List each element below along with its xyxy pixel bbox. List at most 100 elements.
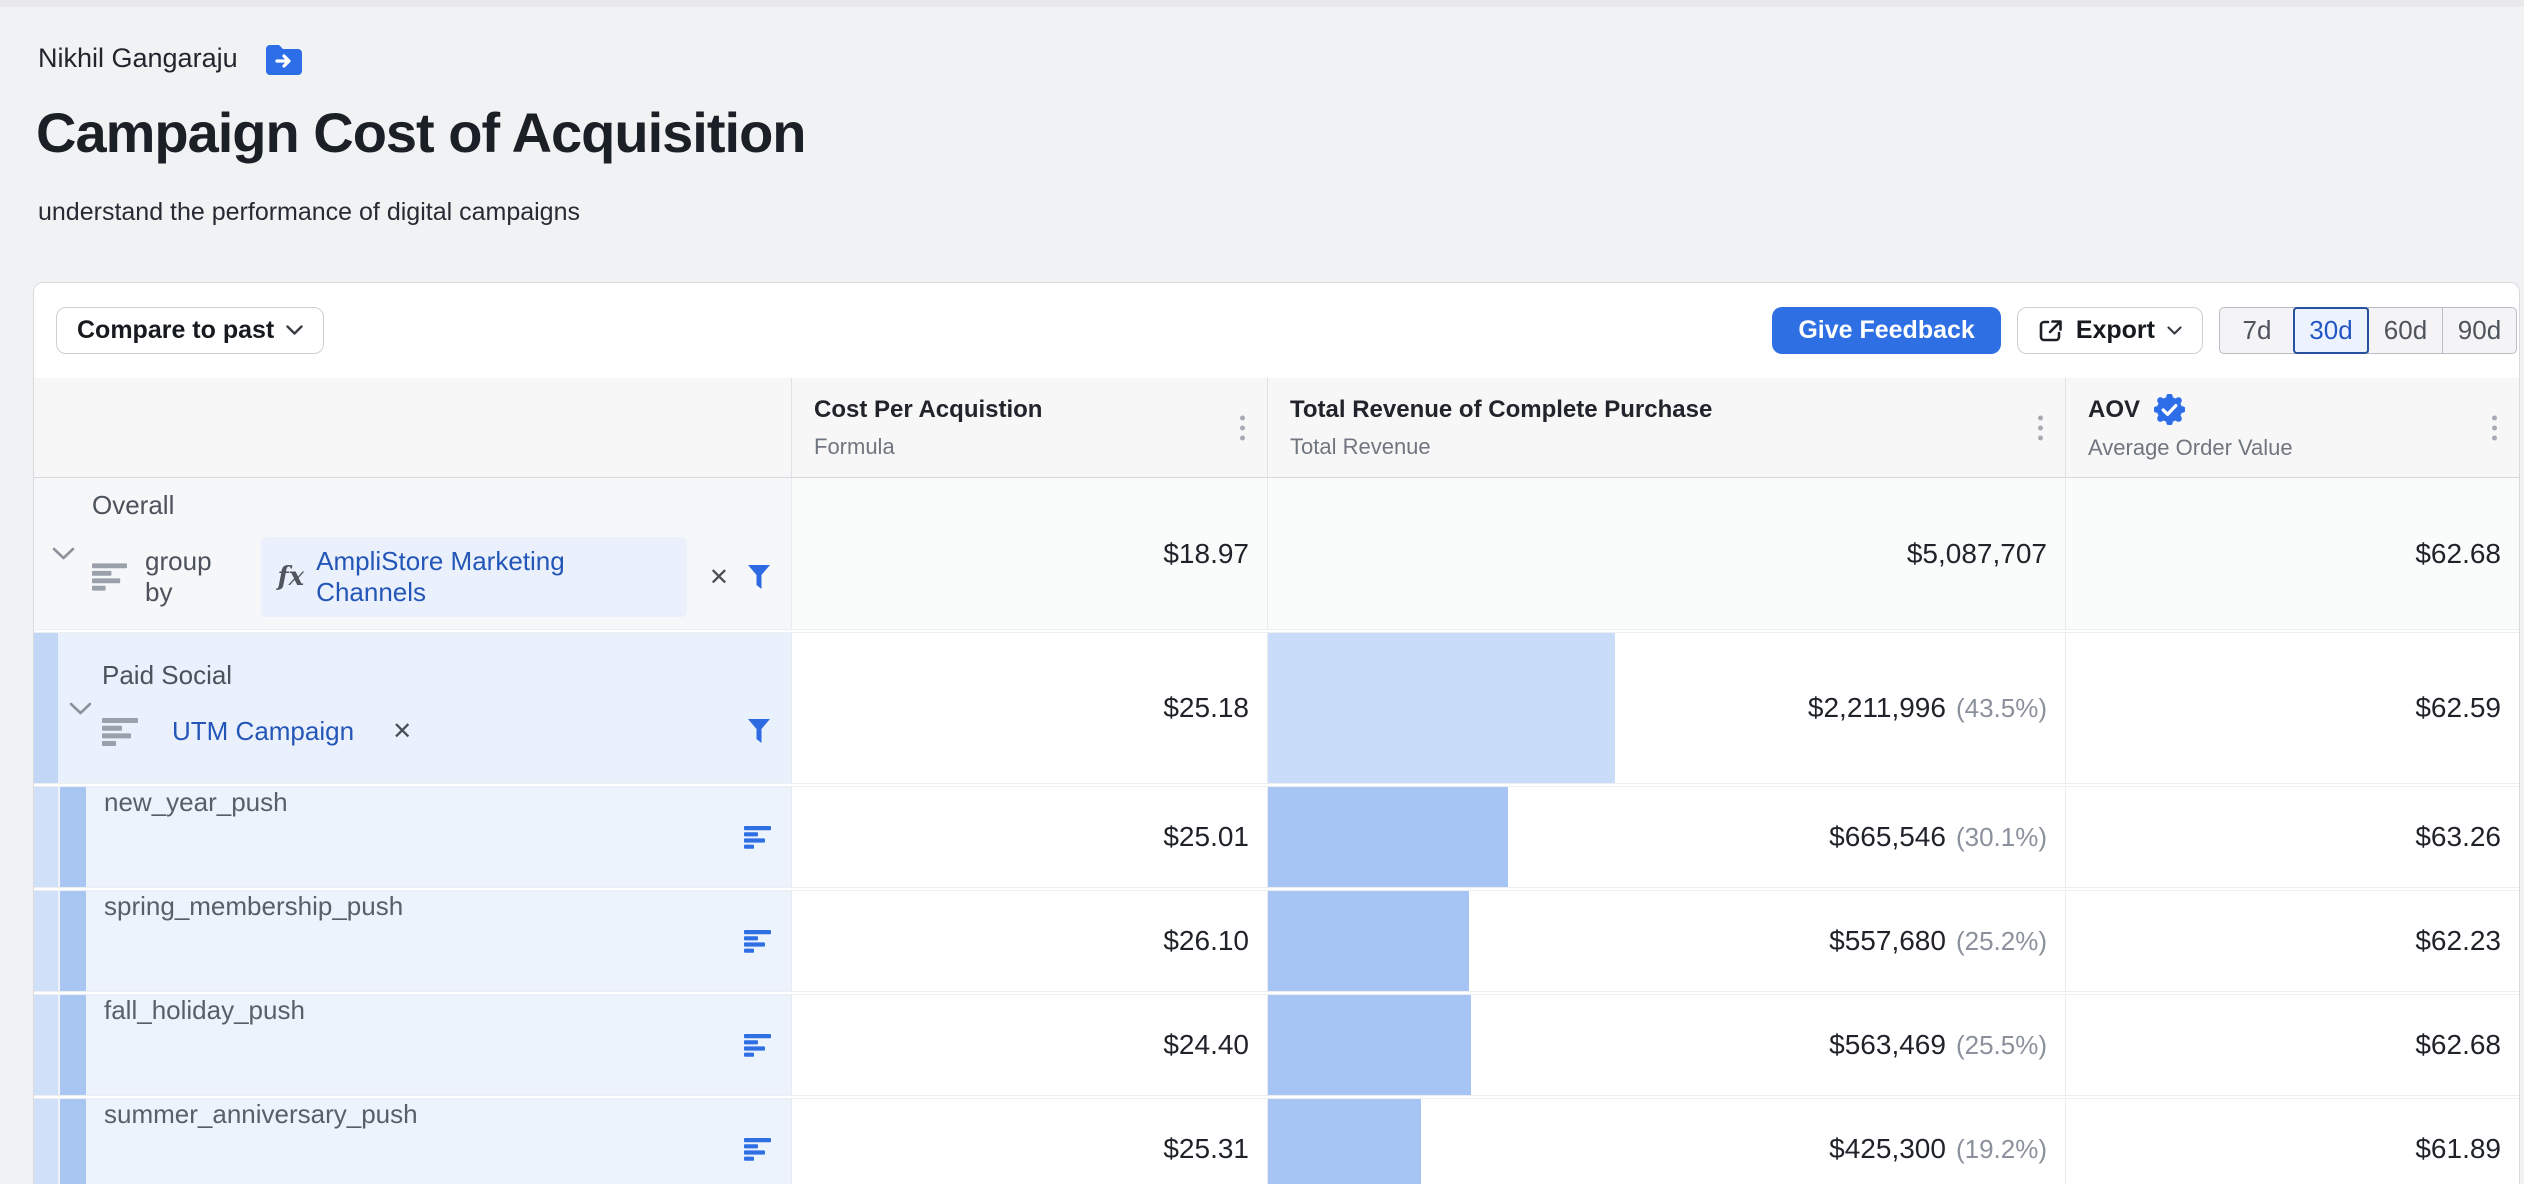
header-aov[interactable]: AOV Average Order Value: [2065, 378, 2519, 477]
table-row-overall[interactable]: Overall group by fx AmpliStore Marketing…: [34, 478, 2519, 630]
indent-bar: [34, 995, 58, 1095]
give-feedback-button[interactable]: Give Feedback: [1772, 307, 2000, 354]
column-menu-icon[interactable]: [2492, 415, 2497, 440]
cost-cell: $25.31: [791, 1099, 1267, 1184]
row-label-cell: Overall group by fx AmpliStore Marketing…: [34, 478, 791, 629]
filter-funnel-icon[interactable]: [747, 564, 771, 591]
table-row-summer-anniversary-push[interactable]: summer_anniversary_push $25.31 $425,300 …: [34, 1098, 2519, 1184]
group-by-pill[interactable]: fx AmpliStore Marketing Channels: [261, 537, 686, 617]
revenue-cell: $425,300 (19.2%): [1267, 1099, 2065, 1184]
cost-cell: $26.10: [791, 891, 1267, 991]
indent-bar: [34, 891, 58, 991]
cost-value: $26.10: [1163, 925, 1249, 957]
export-icon: [2038, 318, 2064, 344]
header-total-revenue[interactable]: Total Revenue of Complete Purchase Total…: [1267, 378, 2065, 477]
table-row-new-year-push[interactable]: new_year_push $25.01 $665,546 (30.1%) $6…: [34, 786, 2519, 888]
revenue-value: $5,087,707: [1907, 538, 2047, 570]
indent-bar: [34, 1099, 58, 1184]
revenue-percent: (25.2%): [1956, 926, 2047, 957]
pill-label: AmpliStore Marketing Channels: [316, 546, 671, 608]
chevron-down-icon: [286, 325, 303, 336]
filter-funnel-icon[interactable]: [747, 718, 771, 745]
row-label: fall_holiday_push: [104, 995, 305, 1095]
aov-value: $62.23: [2415, 925, 2501, 957]
compare-to-past-button[interactable]: Compare to past: [56, 307, 324, 354]
row-label: Overall: [92, 490, 791, 521]
breakdown-bars-icon[interactable]: [744, 1099, 771, 1184]
cost-cell: $25.01: [791, 787, 1267, 887]
indent-bar: [34, 633, 58, 783]
window-edge: [0, 0, 2524, 7]
range-7d[interactable]: 7d: [2220, 308, 2294, 353]
breakdown-bars-icon[interactable]: [744, 787, 771, 887]
verified-badge-icon: [2154, 394, 2185, 425]
table-row-fall-holiday-push[interactable]: fall_holiday_push $24.40 $563,469 (25.5%…: [34, 994, 2519, 1096]
table-row-paid-social[interactable]: Paid Social UTM Campaign ✕ $25.18: [34, 632, 2519, 784]
revenue-percent: (19.2%): [1956, 1134, 2047, 1165]
date-range-segmented-control: 7d 30d 60d 90d: [2219, 307, 2517, 354]
move-to-folder-icon[interactable]: [264, 42, 302, 75]
row-label-cell: Paid Social UTM Campaign ✕: [34, 633, 791, 783]
aov-value: $62.59: [2415, 692, 2501, 724]
range-90d[interactable]: 90d: [2442, 308, 2516, 353]
header-cost-per-acquisition[interactable]: Cost Per Acquistion Formula: [791, 378, 1267, 477]
row-label: spring_membership_push: [104, 891, 403, 991]
header-row-labels: [34, 378, 791, 477]
aov-cell: $62.23: [2065, 891, 2519, 991]
table-row-spring-membership-push[interactable]: spring_membership_push $26.10 $557,680 (…: [34, 890, 2519, 992]
aov-cell: $61.89: [2065, 1099, 2519, 1184]
cost-value: $25.01: [1163, 821, 1249, 853]
breadcrumb: Nikhil Gangaraju: [38, 42, 302, 75]
indent-bar: [60, 1099, 86, 1184]
revenue-bar: [1268, 995, 1471, 1095]
aov-value: $62.68: [2415, 538, 2501, 570]
breakdown-bars-icon[interactable]: [744, 995, 771, 1095]
collapse-chevron-icon[interactable]: [58, 633, 102, 783]
revenue-cell: $2,211,996 (43.5%): [1267, 633, 2065, 783]
revenue-cell: $563,469 (25.5%): [1267, 995, 2065, 1095]
indent-bar: [60, 891, 86, 991]
row-label-cell: new_year_push: [34, 787, 791, 887]
toolbar: Compare to past Give Feedback Export 7d …: [34, 283, 2519, 378]
aov-cell: $62.68: [2065, 478, 2519, 629]
breakdown-bars-icon[interactable]: [744, 891, 771, 991]
formula-fx-icon: fx: [277, 562, 304, 592]
revenue-bar: [1268, 891, 1469, 991]
cost-value: $24.40: [1163, 1029, 1249, 1061]
revenue-cell: $5,087,707: [1267, 478, 2065, 629]
row-label-cell: fall_holiday_push: [34, 995, 791, 1095]
aov-value: $63.26: [2415, 821, 2501, 853]
column-menu-icon[interactable]: [2038, 415, 2043, 440]
chevron-down-icon: [2167, 326, 2182, 336]
column-menu-icon[interactable]: [1240, 415, 1245, 440]
remove-group-by-icon[interactable]: ✕: [392, 717, 412, 746]
column-title: AOV: [2088, 396, 2140, 424]
aov-cell: $63.26: [2065, 787, 2519, 887]
revenue-value: $2,211,996: [1808, 692, 1946, 724]
range-60d[interactable]: 60d: [2368, 308, 2442, 353]
table-header: Cost Per Acquistion Formula Total Revenu…: [34, 378, 2519, 478]
group-by-icon: [92, 563, 127, 591]
export-button[interactable]: Export: [2017, 307, 2203, 354]
column-subtitle: Formula: [814, 434, 1267, 460]
revenue-bar: [1268, 633, 1615, 783]
aov-value: $61.89: [2415, 1133, 2501, 1165]
range-30d[interactable]: 30d: [2293, 307, 2369, 354]
remove-group-by-icon[interactable]: ✕: [709, 563, 729, 592]
aov-cell: $62.59: [2065, 633, 2519, 783]
indent-bar: [60, 995, 86, 1095]
aov-cell: $62.68: [2065, 995, 2519, 1095]
revenue-value: $425,300: [1829, 1133, 1946, 1165]
revenue-percent: (43.5%): [1956, 693, 2047, 724]
compare-to-past-label: Compare to past: [77, 316, 274, 345]
group-by-pill[interactable]: UTM Campaign: [156, 707, 370, 756]
give-feedback-label: Give Feedback: [1798, 316, 1974, 345]
breadcrumb-user[interactable]: Nikhil Gangaraju: [38, 43, 238, 74]
cost-value: $25.18: [1163, 692, 1249, 724]
collapse-chevron-icon[interactable]: [34, 478, 92, 629]
cost-cell: $24.40: [791, 995, 1267, 1095]
indent-bar: [60, 787, 86, 887]
pill-label: UTM Campaign: [172, 716, 354, 747]
revenue-value: $557,680: [1829, 925, 1946, 957]
page-title: Campaign Cost of Acquisition: [36, 100, 805, 165]
